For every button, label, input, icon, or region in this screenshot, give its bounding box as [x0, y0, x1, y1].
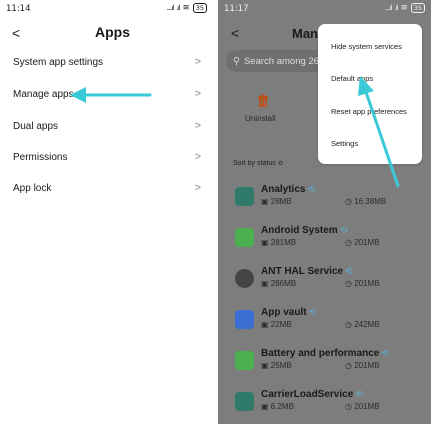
status-time: 11:14: [6, 4, 31, 14]
chevron-right-icon: >: [194, 120, 201, 132]
app-icon: [235, 187, 254, 206]
list-item-dual-apps[interactable]: Dual apps >: [0, 111, 213, 141]
search-placeholder: Search among 26: [243, 55, 319, 67]
sync-icon: ⟲: [381, 348, 389, 358]
sync-icon: ⟲: [308, 307, 317, 317]
clock-icon: ◷: [345, 197, 355, 206]
wifi-icon: ≋: [182, 3, 190, 13]
uninstall-button[interactable]: Uninstall: [245, 114, 276, 123]
list-item-permissions[interactable]: Permissions >: [0, 142, 213, 172]
status-time: 11:17: [224, 4, 249, 14]
app-data: 201MB: [354, 361, 380, 370]
list-item-app-lock[interactable]: App lock >: [0, 173, 213, 203]
storage-icon: ▣: [261, 402, 271, 411]
list-item-label: System app settings: [13, 56, 104, 68]
sync-icon: ⟲: [345, 266, 353, 276]
clock-icon: ◷: [345, 361, 355, 370]
list-item-carrierloadservice[interactable]: CarrierLoadService ⟲ ▣ 6.2MB ◷ 201MB: [235, 389, 431, 424]
storage-icon: ▣: [261, 279, 271, 288]
app-icon: [235, 228, 254, 247]
wifi-icon: ≋: [400, 3, 408, 13]
battery-icon: 35: [192, 3, 207, 13]
storage-icon: ▣: [261, 197, 271, 206]
status-icons: ....ıl .ıl ≋ 35: [167, 3, 207, 13]
app-name: ANT HAL Service: [261, 266, 344, 277]
chevron-right-icon: >: [194, 182, 201, 194]
status-bar: 11:14 ....ıl .ıl ≋ 35: [0, 0, 213, 18]
app-size: 281MB: [270, 238, 297, 247]
list-item-label: Permissions: [13, 151, 68, 163]
sync-icon: ⟲: [339, 225, 348, 235]
signal-icon: ....ıl: [384, 4, 393, 12]
app-size: 25MB: [270, 361, 292, 370]
app-size: 286MB: [270, 279, 297, 288]
list-item-app-vault[interactable]: App vault ⟲ ▣ 22MB ◷ 242MB: [235, 307, 431, 347]
app-name: Android System: [261, 225, 338, 236]
list-item-ant-hal-service[interactable]: ANT HAL Service ⟲ ▣ 286MB ◷ 201MB: [235, 266, 431, 306]
clock-icon: ◷: [345, 320, 355, 329]
search-icon: ⚲: [233, 55, 240, 67]
app-data: 201MB: [354, 238, 380, 247]
app-size: 6.2MB: [270, 402, 294, 411]
app-data: 16.38MB: [354, 197, 387, 206]
list-item-manage-apps[interactable]: Manage apps >: [0, 79, 213, 109]
left-screen: 11:14 ....ıl .ıl ≋ 35 < Apps System app …: [0, 0, 213, 424]
app-data: 242MB: [354, 320, 380, 329]
list-item-system-app-settings[interactable]: System app settings >: [0, 47, 213, 77]
clock-icon: ◷: [345, 402, 355, 411]
overflow-menu: Hide system services Default apps Reset …: [318, 24, 422, 164]
list-item-label: Manage apps: [13, 88, 74, 100]
storage-icon: ▣: [261, 238, 271, 247]
page-title: Apps: [95, 24, 130, 40]
battery-icon: 35: [410, 3, 425, 13]
list-item-label: Dual apps: [13, 120, 59, 132]
app-icon: [235, 269, 254, 288]
sync-icon: ⟲: [307, 184, 316, 194]
trash-icon: [258, 94, 268, 107]
list-item-android-system[interactable]: Android System ⟲ ▣ 281MB ◷ 201MB: [235, 225, 431, 265]
chevron-right-icon: >: [194, 56, 201, 68]
app-data: 201MB: [354, 279, 380, 288]
back-button[interactable]: <: [231, 25, 239, 41]
list-item-battery-and-performance[interactable]: Battery and performance ⟲ ▣ 25MB ◷ 201MB: [235, 348, 431, 388]
app-icon: [235, 392, 254, 411]
storage-icon: ▣: [261, 361, 271, 370]
app-name: Analytics: [261, 184, 306, 195]
sync-icon: ⟲: [355, 389, 363, 399]
app-size: 28MB: [270, 197, 292, 206]
sort-by-status[interactable]: Sort by status ≎: [233, 159, 284, 167]
signal-icon-2: .ıl: [176, 4, 180, 12]
menu-item-default-apps[interactable]: Default apps: [331, 74, 373, 83]
menu-item-reset-app-preferences[interactable]: Reset app preferences: [331, 107, 407, 116]
storage-icon: ▣: [261, 320, 271, 329]
app-icon: [235, 351, 254, 370]
signal-icon: ....ıl: [166, 4, 175, 12]
app-data: 201MB: [354, 402, 380, 411]
chevron-right-icon: >: [194, 151, 201, 163]
signal-icon-2: .ıl: [394, 4, 398, 12]
list-item-analytics[interactable]: Analytics ⟲ ▣ 28MB ◷ 16.38MB: [235, 184, 431, 224]
clock-icon: ◷: [345, 279, 355, 288]
app-icon: [235, 310, 254, 329]
status-icons: ....ıl .ıl ≋ 35: [385, 3, 425, 13]
app-size: 22MB: [270, 320, 292, 329]
chevron-right-icon: >: [194, 88, 201, 100]
list-item-label: App lock: [13, 182, 52, 194]
app-name: CarrierLoadService: [261, 389, 354, 400]
status-bar: 11:17 ....ıl .ıl ≋ 35: [218, 0, 431, 18]
app-name: Battery and performance: [261, 348, 380, 359]
menu-item-hide-system-services[interactable]: Hide system services: [331, 42, 402, 51]
page-header: < Apps: [0, 22, 213, 44]
app-name: App vault: [261, 307, 307, 318]
clock-icon: ◷: [345, 238, 355, 247]
menu-item-settings[interactable]: Settings: [331, 139, 358, 148]
